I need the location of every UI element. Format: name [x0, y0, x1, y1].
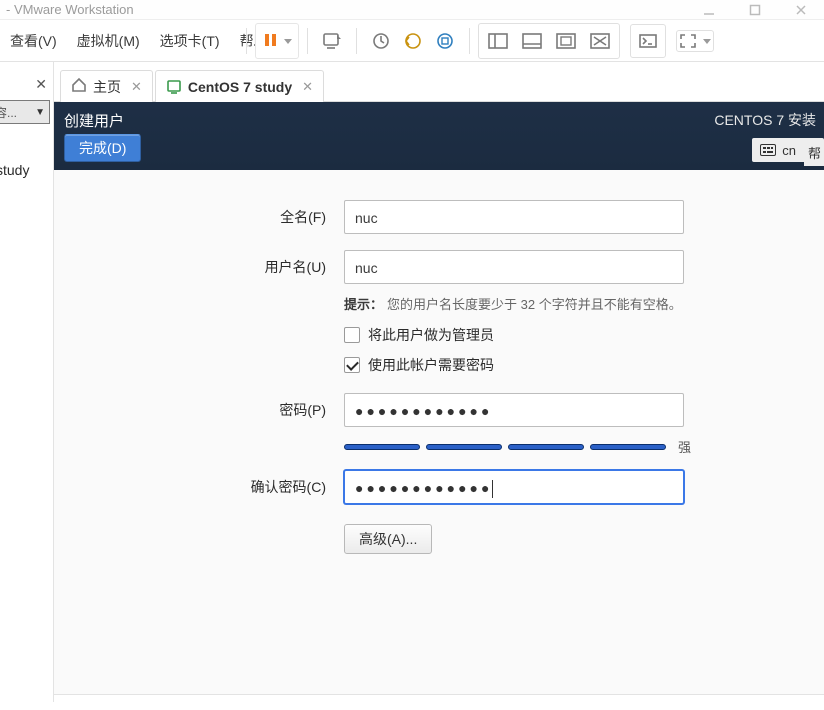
menu-view[interactable]: 查看(V)	[0, 20, 67, 62]
hint-text: 您的用户名长度要少于 32 个字符并且不能有空格。	[387, 294, 682, 313]
fullname-input[interactable]: nuc	[344, 200, 684, 234]
username-value: nuc	[355, 260, 378, 276]
password-input[interactable]: ●●●●●●●●●●●●	[344, 393, 684, 427]
send-ctrl-alt-del-button[interactable]	[316, 25, 348, 57]
strength-label: 强	[678, 437, 691, 456]
window-controls	[686, 0, 824, 20]
toolbar	[238, 20, 714, 62]
toolbar-separator	[307, 28, 308, 54]
maximize-button[interactable]	[732, 0, 778, 20]
chevron-down-icon: ▼	[35, 107, 45, 118]
toolbar-separator	[246, 28, 247, 54]
make-admin-checkbox-row[interactable]: 将此用户做为管理员	[344, 325, 824, 345]
library-sidebar: ✕ 容... ▼ study	[0, 62, 54, 702]
dropdown-caret-icon	[284, 39, 292, 44]
keyboard-layout-label: cn	[782, 143, 796, 158]
password-label: 密码(P)	[54, 400, 344, 420]
username-input[interactable]: nuc	[344, 250, 684, 284]
toolbar-separator	[469, 28, 470, 54]
window-title: - VMware Workstation	[6, 2, 134, 17]
pause-icon	[262, 32, 278, 51]
username-hint: 提示： 您的用户名长度要少于 32 个字符并且不能有空格。	[344, 294, 824, 313]
strength-seg	[426, 444, 502, 450]
snapshot-manager-button[interactable]	[429, 25, 461, 57]
dropdown-caret-icon	[703, 39, 711, 44]
tab-label: 主页	[93, 77, 121, 97]
snapshot-take-button[interactable]	[365, 25, 397, 57]
password-dots: ●●●●●●●●●●●●	[355, 403, 492, 419]
checkbox-unchecked-icon	[344, 327, 360, 343]
home-icon	[71, 77, 87, 96]
installer-pane: 创建用户 完成(D) CENTOS 7 安装 cn 帮 全名(F) nuc 用户…	[54, 102, 824, 702]
strength-seg	[508, 444, 584, 450]
fullname-value: nuc	[355, 210, 378, 226]
tab-label: CentOS 7 study	[188, 79, 292, 95]
power-split-button[interactable]	[255, 23, 299, 59]
confirm-password-input[interactable]: ●●●●●●●●●●●●	[344, 470, 684, 504]
view-stretch-button[interactable]	[549, 26, 583, 56]
view-mode-group	[478, 23, 620, 59]
combo-text: 容...	[0, 104, 35, 121]
view-sidebar-button[interactable]	[481, 26, 515, 56]
create-user-form: 全名(F) nuc 用户名(U) nuc 提示： 您的用户名长度要少于 32 个…	[54, 170, 824, 702]
menu-tabs[interactable]: 选项卡(T)	[150, 20, 230, 62]
menu-vm[interactable]: 虚拟机(M)	[67, 20, 150, 62]
app-bottom-border	[0, 702, 824, 710]
strength-seg	[590, 444, 666, 450]
require-password-label: 使用此帐户需要密码	[368, 355, 494, 375]
close-button[interactable]	[778, 0, 824, 20]
fullname-label: 全名(F)	[54, 207, 344, 227]
tab-home[interactable]: 主页 ✕	[60, 70, 153, 102]
library-item-partial[interactable]: study	[0, 162, 29, 178]
sidebar-filter-combo[interactable]: 容... ▼	[0, 100, 50, 124]
tab-close-icon[interactable]: ✕	[131, 79, 142, 95]
installer-header: 创建用户 完成(D) CENTOS 7 安装 cn 帮	[54, 102, 824, 170]
confirm-password-dots: ●●●●●●●●●●●●	[355, 480, 492, 496]
make-admin-label: 将此用户做为管理员	[368, 325, 494, 345]
vm-bottom-border	[54, 694, 824, 702]
tab-vm-centos[interactable]: CentOS 7 study ✕	[155, 70, 324, 102]
checkbox-checked-icon	[344, 357, 360, 373]
installer-title: 创建用户	[64, 110, 124, 131]
console-button[interactable]	[630, 24, 666, 58]
password-strength-meter: 强	[344, 437, 824, 456]
vm-icon	[166, 79, 182, 95]
done-button[interactable]: 完成(D)	[64, 134, 141, 162]
keyboard-icon	[760, 144, 776, 156]
toolbar-separator	[356, 28, 357, 54]
strength-seg	[344, 444, 420, 450]
sidebar-close-icon[interactable]: ✕	[35, 76, 47, 93]
advanced-button[interactable]: 高级(A)...	[344, 524, 432, 554]
tab-close-icon[interactable]: ✕	[302, 79, 313, 95]
snapshot-revert-button[interactable]	[397, 25, 429, 57]
vm-area: 主页 ✕ CentOS 7 study ✕ 创建用户 完成(D) CENTOS …	[54, 62, 824, 702]
tab-strip: 主页 ✕ CentOS 7 study ✕	[54, 62, 824, 102]
view-bottombar-button[interactable]	[515, 26, 549, 56]
minimize-button[interactable]	[686, 0, 732, 20]
product-name: CENTOS 7 安装	[714, 110, 824, 130]
confirm-password-label: 确认密码(C)	[54, 477, 344, 497]
view-unity-button[interactable]	[583, 26, 617, 56]
help-button-partial[interactable]: 帮	[804, 142, 824, 166]
username-label: 用户名(U)	[54, 257, 344, 277]
text-cursor	[492, 480, 493, 498]
hint-prefix: 提示：	[344, 294, 383, 313]
fullscreen-split-button[interactable]	[676, 30, 714, 52]
require-password-checkbox-row[interactable]: 使用此帐户需要密码	[344, 355, 824, 375]
